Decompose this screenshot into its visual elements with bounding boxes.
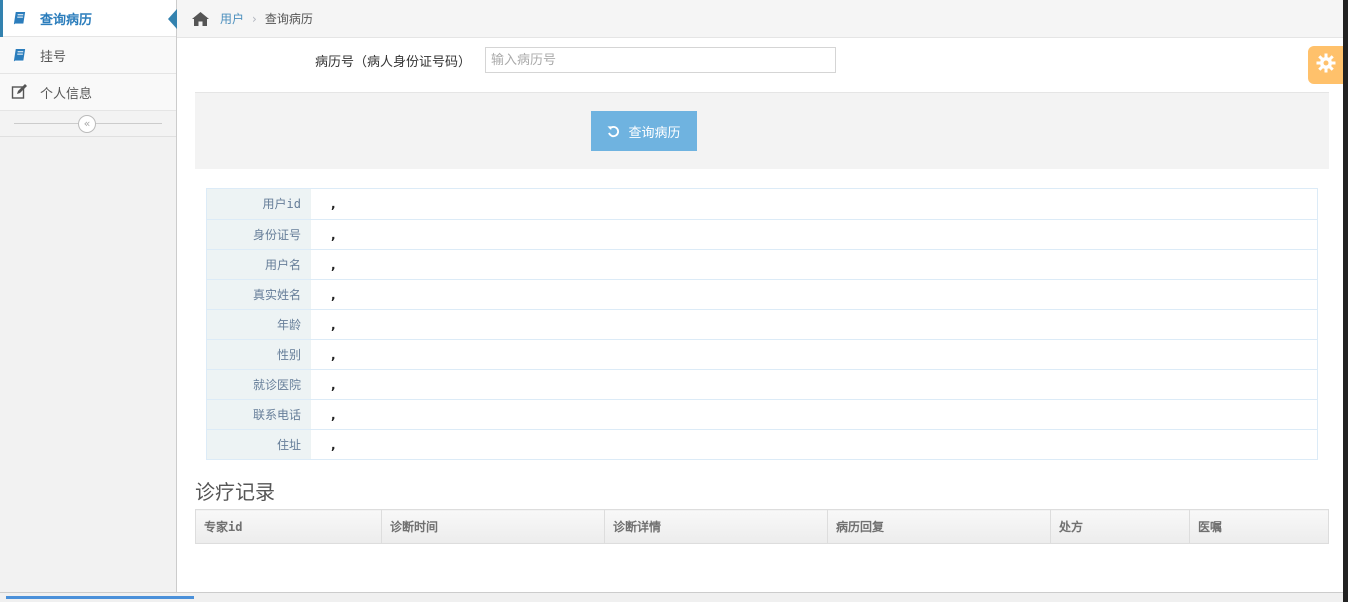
info-row: 就诊医院, xyxy=(207,369,1317,399)
query-record-button[interactable]: 查询病历 xyxy=(591,111,697,151)
book-icon xyxy=(10,46,28,64)
breadcrumb: 用户 › 查询病历 xyxy=(177,0,1343,38)
edit-icon xyxy=(10,83,28,101)
breadcrumb-current: 查询病历 xyxy=(264,12,313,26)
chevron-right-icon: › xyxy=(252,11,257,26)
sidebar-item-profile[interactable]: 个人信息 xyxy=(0,74,176,111)
horizontal-scrollbar[interactable] xyxy=(0,592,1343,602)
info-value: , xyxy=(331,258,336,272)
sidebar: 查询病历 挂号 个人信息 « xyxy=(0,0,177,602)
search-row: 病历号（病人身份证号码） xyxy=(177,46,1343,74)
info-row: 真实姓名, xyxy=(207,279,1317,309)
records-table: 专家id 诊断时间 诊断详情 病历回复 处方 医嘱 xyxy=(195,509,1329,544)
sidebar-item-label: 挂号 xyxy=(40,49,67,65)
info-row: 身份证号, xyxy=(207,219,1317,249)
search-label: 病历号（病人身份证号码） xyxy=(315,55,472,70)
info-value: , xyxy=(331,288,336,302)
info-row: 年龄, xyxy=(207,309,1317,339)
info-name: 年龄 xyxy=(207,310,311,339)
info-name: 用户id xyxy=(207,189,311,219)
info-row: 性别, xyxy=(207,339,1317,369)
patient-info-table: 用户id, 身份证号, 用户名, 真实姓名, 年龄, 性别, 就诊医院, 联系电… xyxy=(206,188,1318,460)
sidebar-item-query-record[interactable]: 查询病历 xyxy=(0,0,177,37)
book-icon xyxy=(10,9,28,27)
sidebar-item-register[interactable]: 挂号 xyxy=(0,37,176,74)
info-value: , xyxy=(331,378,336,392)
window-edge xyxy=(1343,0,1348,602)
collapse-icon[interactable]: « xyxy=(78,115,96,133)
column-header[interactable]: 处方 xyxy=(1050,509,1190,544)
sidebar-item-label: 查询病历 xyxy=(40,12,93,28)
info-value: , xyxy=(331,348,336,362)
column-header[interactable]: 诊断详情 xyxy=(604,509,828,544)
info-name: 联系电话 xyxy=(207,400,311,429)
column-header[interactable]: 医嘱 xyxy=(1189,509,1329,544)
home-icon[interactable] xyxy=(192,11,209,26)
info-value: , xyxy=(331,408,336,422)
main-content: 用户 › 查询病历 病历号（病人身份证号码） 查询病历 用户id, 身份证号, … xyxy=(177,0,1343,602)
record-number-input[interactable] xyxy=(485,47,836,73)
info-row: 用户id, xyxy=(207,189,1317,219)
sidebar-item-label: 个人信息 xyxy=(40,86,93,102)
records-title: 诊疗记录 xyxy=(195,480,275,504)
info-name: 就诊医院 xyxy=(207,370,311,399)
info-row: 联系电话, xyxy=(207,399,1317,429)
scrollbar-thumb[interactable] xyxy=(6,596,194,599)
info-row: 用户名, xyxy=(207,249,1317,279)
info-value: , xyxy=(331,197,336,211)
info-row: 住址, xyxy=(207,429,1317,459)
info-name: 性别 xyxy=(207,340,311,369)
info-name: 住址 xyxy=(207,430,311,459)
info-name: 真实姓名 xyxy=(207,280,311,309)
column-header[interactable]: 专家id xyxy=(195,509,382,544)
gear-icon xyxy=(1316,53,1336,77)
info-value: , xyxy=(331,438,336,452)
info-value: , xyxy=(331,228,336,242)
breadcrumb-parent[interactable]: 用户 xyxy=(220,10,244,27)
action-area: 查询病历 xyxy=(195,92,1329,169)
sidebar-collapse-bar: « xyxy=(0,111,176,137)
settings-button[interactable] xyxy=(1308,46,1344,84)
column-header[interactable]: 病历回复 xyxy=(827,509,1051,544)
info-value: , xyxy=(331,318,336,332)
query-button-label: 查询病历 xyxy=(628,125,681,141)
column-header[interactable]: 诊断时间 xyxy=(381,509,605,544)
info-name: 身份证号 xyxy=(207,220,311,249)
undo-icon xyxy=(607,125,620,138)
table-header-row: 专家id 诊断时间 诊断详情 病历回复 处方 医嘱 xyxy=(195,509,1329,544)
info-name: 用户名 xyxy=(207,250,311,279)
